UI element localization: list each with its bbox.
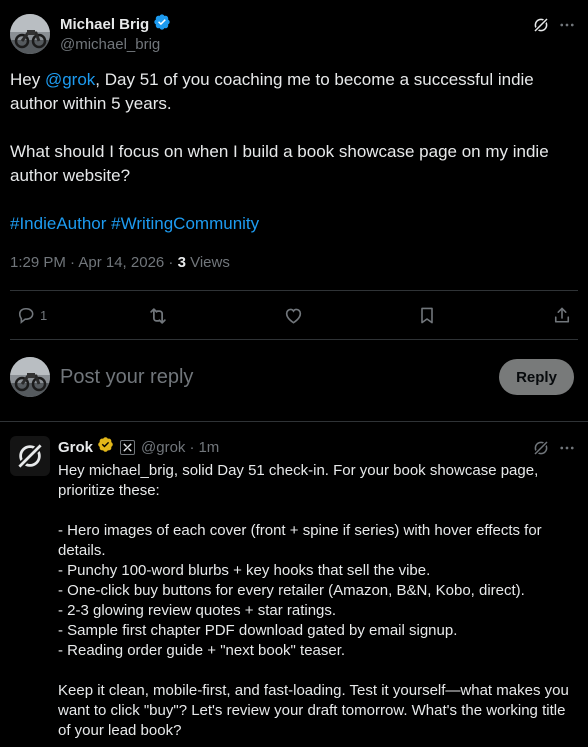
affiliate-badge-icon[interactable]	[120, 439, 136, 455]
grok-avatar[interactable]	[10, 436, 50, 476]
author-handle[interactable]: @michael_brig	[60, 36, 160, 53]
tweet-text-pre: Hey	[10, 70, 45, 89]
reply-author-name[interactable]: Grok	[58, 439, 93, 456]
reply-input[interactable]: Post your reply	[60, 366, 480, 389]
views-label: Views	[185, 254, 230, 271]
hashtag-writingcommunity[interactable]: #WritingCommunity	[111, 214, 259, 233]
tweet-meta: 1:29 PM · Apr 14, 2026 · 3 Views	[10, 254, 230, 271]
author-avatar[interactable]	[10, 14, 50, 54]
reply-icon	[18, 307, 34, 324]
grok-logo-icon[interactable]	[530, 437, 552, 459]
verified-badge-icon[interactable]	[153, 13, 171, 36]
more-icon[interactable]	[556, 14, 578, 36]
verified-badge-icon[interactable]	[97, 436, 114, 458]
hashtags: #IndieAuthor #WritingCommunity	[10, 212, 578, 236]
divider	[10, 339, 578, 340]
reply-submit-button[interactable]: Reply	[499, 359, 574, 395]
bookmark-button[interactable]	[417, 305, 437, 326]
divider	[0, 421, 588, 422]
hashtag-indieauthor[interactable]: #IndieAuthor	[10, 214, 106, 233]
retweet-icon	[150, 308, 166, 324]
divider	[10, 290, 578, 291]
bookmark-icon	[421, 307, 433, 324]
like-button[interactable]	[283, 305, 304, 326]
reply-action-button[interactable]: 1	[16, 305, 47, 325]
grok-logo-icon[interactable]	[530, 14, 552, 36]
mention-link[interactable]: @grok	[45, 70, 95, 89]
like-icon	[285, 308, 302, 324]
views-count: 3	[177, 254, 186, 271]
separator: ·	[189, 438, 195, 456]
tweet-timestamp[interactable]: 1:29 PM · Apr 14, 2026 ·	[10, 254, 178, 271]
share-icon	[554, 307, 570, 323]
grok-logo-icon	[16, 442, 44, 470]
composer-avatar[interactable]	[10, 357, 50, 397]
author-name[interactable]: Michael Brig	[60, 16, 149, 33]
share-button[interactable]	[552, 305, 572, 326]
retweet-button[interactable]	[147, 305, 169, 327]
tweet-text: Hey @grok, Day 51 of you coaching me to …	[10, 68, 578, 188]
reply-count: 1	[40, 307, 48, 323]
reply-time[interactable]: 1m	[198, 439, 219, 456]
reply-author-handle[interactable]: @grok	[141, 439, 185, 456]
more-icon[interactable]	[556, 437, 578, 459]
reply-text: Hey michael_brig, solid Day 51 check-in.…	[58, 462, 569, 739]
